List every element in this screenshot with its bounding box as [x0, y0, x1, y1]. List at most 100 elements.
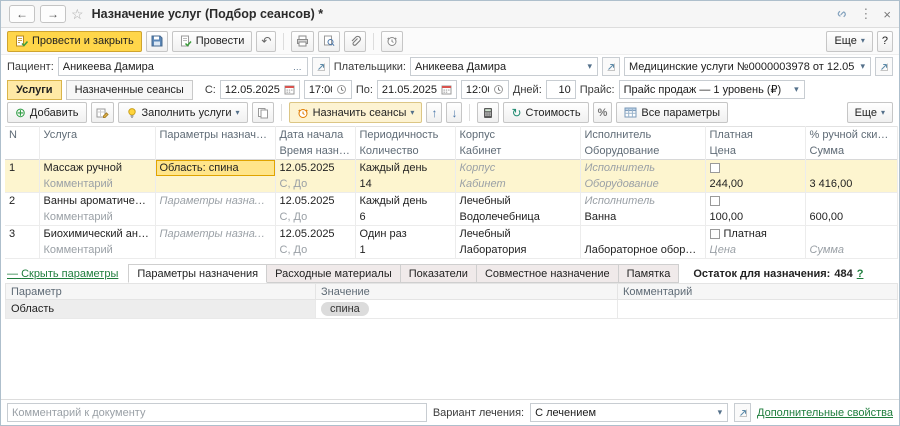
calculator-button[interactable] — [477, 102, 499, 123]
attachments-button[interactable] — [344, 31, 366, 52]
cell-params-active[interactable]: Область: спина — [155, 160, 275, 177]
move-down-button[interactable]: ↓ — [446, 102, 462, 123]
time-from-input[interactable] — [307, 82, 334, 97]
cell-executor[interactable] — [580, 226, 705, 243]
tab-joint-assignment[interactable]: Совместное назначение — [477, 264, 619, 283]
cell-periodicity[interactable]: Один раз — [355, 226, 455, 243]
cell-n[interactable]: 3 — [5, 226, 39, 243]
cell-n[interactable]: 2 — [5, 193, 39, 210]
time-to-input[interactable] — [464, 82, 491, 97]
paid-checkbox[interactable] — [710, 229, 720, 239]
chevron-down-icon[interactable]: ▾ — [857, 61, 868, 72]
cell-periodicity[interactable]: Каждый день — [355, 193, 455, 210]
chevron-down-icon[interactable]: ▾ — [584, 61, 595, 72]
cell-equipment[interactable]: Лабораторное оборудование — [580, 242, 705, 259]
base-document-input[interactable] — [627, 59, 857, 74]
cell-paid[interactable] — [705, 193, 805, 210]
calendar-icon[interactable] — [439, 84, 454, 95]
kebab-menu-icon[interactable]: ⋮ — [859, 6, 872, 22]
cell-sum[interactable]: 3 416,00 — [805, 176, 897, 193]
cell-equipment[interactable]: Оборудование — [580, 176, 705, 193]
set-parameters-button[interactable] — [91, 102, 114, 123]
cell-kabinet[interactable]: Кабинет — [455, 176, 580, 193]
cell-quantity[interactable]: 14 — [355, 176, 455, 193]
save-button[interactable] — [146, 31, 168, 52]
remainder-help-link[interactable]: ? — [857, 268, 864, 280]
cell-equipment[interactable]: Ванна — [580, 209, 705, 226]
back-button[interactable]: ← — [9, 5, 35, 23]
cell-executor[interactable]: Исполнитель — [580, 193, 705, 210]
tab-indicators[interactable]: Показатели — [401, 264, 477, 283]
cell-korpus[interactable]: Корпус — [455, 160, 580, 177]
cell-time[interactable]: С, До — [275, 242, 355, 259]
close-icon[interactable]: × — [883, 7, 891, 22]
tab-assignment-parameters[interactable]: Параметры назначения — [128, 264, 267, 283]
cell-paid[interactable]: Платная — [705, 226, 805, 243]
payers-input[interactable] — [413, 59, 584, 74]
services-more-button[interactable]: Еще▾ — [847, 102, 893, 123]
preview-button[interactable] — [318, 31, 340, 52]
cell-time[interactable]: С, До — [275, 209, 355, 226]
base-document-open-button[interactable] — [875, 57, 893, 76]
cell-price[interactable]: Цена — [705, 242, 805, 259]
cell-paid[interactable] — [705, 160, 805, 177]
get-link-icon[interactable] — [835, 8, 848, 20]
parameter-name-cell[interactable]: Область — [6, 300, 316, 319]
clock-icon[interactable] — [491, 84, 506, 95]
cell-korpus[interactable]: Лечебный — [455, 226, 580, 243]
additional-properties-link[interactable]: Дополнительные свойства — [757, 407, 893, 419]
value-chip[interactable]: спина — [321, 302, 369, 316]
all-parameters-button[interactable]: Все параметры — [616, 102, 728, 123]
reminder-button[interactable] — [381, 31, 403, 52]
treatment-open-button[interactable] — [734, 403, 751, 422]
paid-checkbox[interactable] — [710, 196, 720, 206]
treatment-option-input[interactable] — [533, 405, 714, 420]
patient-input[interactable] — [61, 59, 290, 74]
help-button[interactable]: ? — [877, 31, 893, 52]
cell-comment[interactable]: Комментарий — [39, 209, 155, 226]
tab-consumables[interactable]: Расходные материалы — [267, 264, 401, 283]
chevron-down-icon[interactable]: ▾ — [715, 407, 726, 418]
cell-kabinet[interactable]: Водолечебница — [455, 209, 580, 226]
add-button[interactable]: ⊕Добавить — [7, 102, 87, 123]
cell-params[interactable]: Параметры назначения — [155, 193, 275, 210]
tab-memo[interactable]: Памятка — [619, 264, 680, 283]
payers-open-button[interactable] — [602, 57, 620, 76]
cell-korpus[interactable]: Лечебный — [455, 193, 580, 210]
post-and-close-button[interactable]: Провести и закрыть — [7, 31, 142, 52]
cell-sum[interactable]: Сумма — [805, 242, 897, 259]
days-input[interactable] — [549, 82, 573, 97]
cell-params[interactable]: Параметры назначения — [155, 226, 275, 243]
choose-ellipsis-icon[interactable]: … — [290, 62, 305, 72]
undo-button[interactable]: ↶ — [256, 31, 276, 52]
post-button[interactable]: Провести — [172, 31, 253, 52]
cell-kabinet[interactable]: Лаборатория — [455, 242, 580, 259]
cell-discount[interactable] — [805, 226, 897, 243]
cell-n[interactable]: 1 — [5, 160, 39, 177]
cell-discount[interactable] — [805, 193, 897, 210]
date-from-input[interactable] — [223, 82, 282, 97]
document-comment-input[interactable] — [10, 405, 424, 420]
cell-executor[interactable]: Исполнитель — [580, 160, 705, 177]
parameter-value-cell[interactable]: спина — [316, 300, 618, 319]
price-list-input[interactable] — [622, 82, 791, 97]
date-to-input[interactable] — [380, 82, 439, 97]
cost-button[interactable]: ↻Стоимость — [503, 102, 588, 123]
tab-assigned-sessions[interactable]: Назначенные сеансы — [66, 80, 193, 100]
chevron-down-icon[interactable]: ▾ — [791, 84, 802, 95]
cell-comment[interactable]: Комментарий — [39, 242, 155, 259]
cell-price[interactable]: 244,00 — [705, 176, 805, 193]
paid-checkbox[interactable] — [710, 163, 720, 173]
move-up-button[interactable]: ↑ — [426, 102, 442, 123]
calendar-icon[interactable] — [282, 84, 297, 95]
cell-service[interactable]: Массаж ручной — [39, 160, 155, 177]
discount-button[interactable]: % — [593, 102, 613, 123]
cell-quantity[interactable]: 1 — [355, 242, 455, 259]
cell-service[interactable]: Ванны ароматические — [39, 193, 155, 210]
patient-open-button[interactable] — [312, 57, 330, 76]
cell-date[interactable]: 12.05.2025 — [275, 160, 355, 177]
tab-services[interactable]: Услуги — [7, 80, 62, 100]
cell-quantity[interactable]: 6 — [355, 209, 455, 226]
print-button[interactable] — [291, 31, 314, 52]
cell-sum[interactable]: 600,00 — [805, 209, 897, 226]
